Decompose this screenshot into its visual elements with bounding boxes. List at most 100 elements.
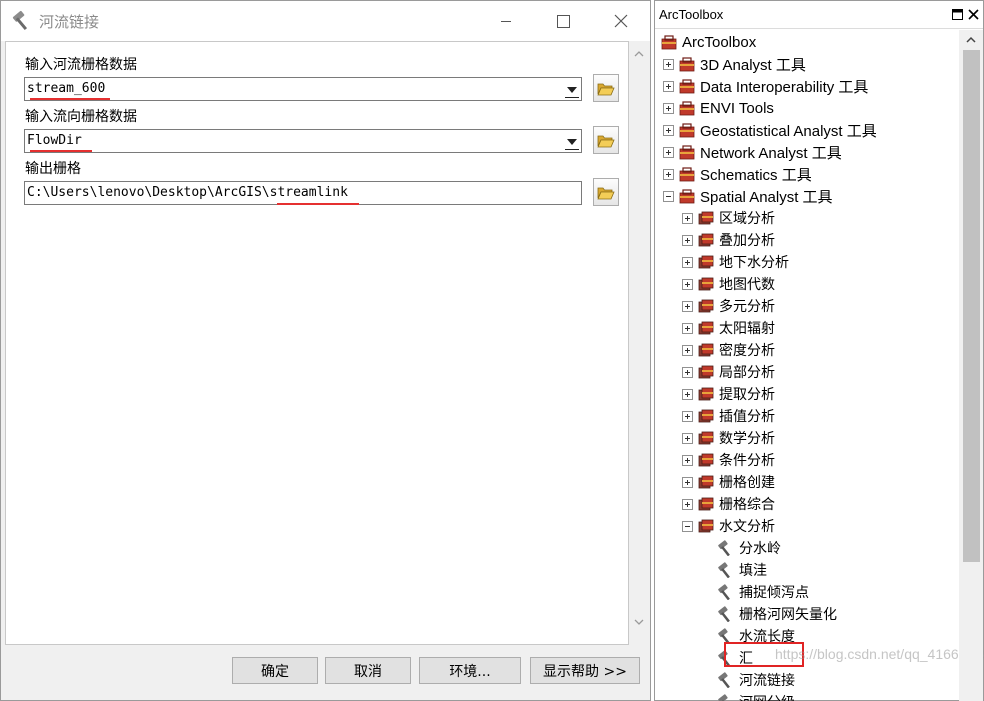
maximize-button[interactable] — [534, 1, 592, 41]
params-scrollbar[interactable] — [629, 41, 649, 645]
toolset-icon — [698, 431, 714, 445]
toolset-item[interactable]: 密度分析 — [682, 339, 775, 361]
expand-icon[interactable] — [663, 146, 674, 158]
tool-item[interactable]: 捕捉倾泻点 — [717, 581, 809, 603]
toolset-item[interactable]: 地图代数 — [682, 273, 775, 295]
tool-item[interactable]: 河网分级 — [717, 691, 795, 701]
show-help-button[interactable]: 显示帮助 >> — [530, 657, 640, 684]
scrollbar-thumb[interactable] — [963, 50, 980, 562]
toolset-item[interactable]: 提取分析 — [682, 383, 775, 405]
chevron-down-icon[interactable] — [563, 78, 581, 100]
expand-icon[interactable] — [663, 58, 674, 70]
tool-item[interactable]: 填洼 — [717, 559, 767, 581]
expand-icon[interactable] — [682, 454, 693, 466]
ok-button[interactable]: 确定 — [232, 657, 318, 684]
browse-folder-button[interactable] — [593, 74, 619, 102]
close-button[interactable] — [592, 1, 650, 41]
toolset-item[interactable]: 数学分析 — [682, 427, 775, 449]
arctoolbox-window: ArcToolbox ArcToolbox 3D Analyst 工具 Data … — [654, 0, 984, 701]
toolset-item[interactable]: 栅格创建 — [682, 471, 775, 493]
toolset-icon — [698, 387, 714, 401]
expand-icon[interactable] — [682, 476, 693, 488]
toolset-icon — [698, 409, 714, 423]
toolset-item[interactable]: 叠加分析 — [682, 229, 775, 251]
input-flowdir-raster-label: 输入流向栅格数据 — [25, 109, 137, 125]
expand-icon[interactable] — [663, 124, 674, 136]
toolset-item[interactable]: 3D Analyst 工具 — [663, 53, 806, 75]
expand-icon[interactable] — [682, 432, 693, 444]
toolset-item[interactable]: 太阳辐射 — [682, 317, 775, 339]
expand-icon[interactable] — [682, 278, 693, 290]
cancel-button[interactable]: 取消 — [325, 657, 411, 684]
expand-icon[interactable] — [682, 410, 693, 422]
environments-button[interactable]: 环境... — [419, 657, 521, 684]
expand-icon[interactable] — [682, 498, 693, 510]
collapse-icon[interactable] — [663, 190, 674, 202]
toolset-item[interactable]: 插值分析 — [682, 405, 775, 427]
tree-root[interactable]: ArcToolbox — [661, 31, 756, 53]
chevron-down-icon[interactable] — [563, 130, 581, 152]
tool-item[interactable]: 栅格河网矢量化 — [717, 603, 837, 625]
output-raster-field[interactable]: C:\Users\lenovo\Desktop\ArcGIS\streamlin… — [24, 181, 582, 205]
folder-open-icon — [597, 187, 615, 199]
expand-icon[interactable] — [682, 256, 693, 268]
toolset-icon — [698, 321, 714, 335]
toolset-item[interactable]: 多元分析 — [682, 295, 775, 317]
tool-item[interactable]: 河流链接 — [717, 669, 795, 691]
toolbox-icon — [679, 123, 695, 138]
toolset-item[interactable]: Spatial Analyst 工具 — [663, 185, 833, 207]
toolset-icon — [698, 211, 714, 225]
expand-icon[interactable] — [682, 344, 693, 356]
toolset-item[interactable]: 地下水分析 — [682, 251, 789, 273]
browse-folder-button[interactable] — [593, 178, 619, 206]
tool-item[interactable]: 分水岭 — [717, 537, 781, 559]
watermark: https://blog.csdn.net/qq_41664159 — [775, 646, 984, 662]
expand-icon[interactable] — [682, 212, 693, 224]
toolset-item[interactable]: ENVI Tools — [663, 97, 774, 119]
toolset-item[interactable]: Data Interoperability 工具 — [663, 75, 868, 97]
expand-icon[interactable] — [682, 322, 693, 334]
chevron-down-icon[interactable] — [634, 617, 644, 627]
expand-icon[interactable] — [663, 80, 674, 92]
folder-open-icon — [597, 135, 615, 147]
tool-dialog: 河流链接 输入河流栅格数据 stream_600 输入流向栅格数据 FlowDi… — [0, 0, 651, 701]
input-flowdir-raster-value: FlowDir — [27, 133, 82, 148]
toolset-item[interactable]: 局部分析 — [682, 361, 775, 383]
toolset-icon — [698, 453, 714, 467]
toolset-icon — [698, 299, 714, 313]
collapse-icon[interactable] — [682, 520, 693, 532]
parameters-panel: 输入河流栅格数据 stream_600 输入流向栅格数据 FlowDir 输出栅… — [5, 41, 629, 645]
expand-icon[interactable] — [682, 234, 693, 246]
toolbox-tree: ArcToolbox 3D Analyst 工具 Data Interoperab… — [655, 30, 959, 701]
hammer-icon — [718, 584, 730, 600]
minimize-button[interactable] — [477, 1, 535, 41]
hammer-icon — [12, 10, 28, 31]
dialog-titlebar[interactable]: 河流链接 — [1, 1, 650, 41]
chevron-up-icon[interactable] — [634, 49, 644, 59]
toolset-item[interactable]: 水文分析 — [682, 515, 775, 537]
close-icon[interactable] — [968, 9, 979, 20]
chevron-up-icon[interactable] — [966, 35, 976, 45]
toolset-icon — [698, 343, 714, 357]
browse-folder-button[interactable] — [593, 126, 619, 154]
dock-icon[interactable] — [952, 9, 963, 20]
input-stream-raster-label: 输入河流栅格数据 — [25, 57, 137, 73]
toolset-icon — [698, 277, 714, 291]
toolset-item[interactable]: Schematics 工具 — [663, 163, 812, 185]
expand-icon[interactable] — [682, 366, 693, 378]
toolset-item[interactable]: Geostatistical Analyst 工具 — [663, 119, 877, 141]
input-stream-raster-value: stream_600 — [27, 81, 106, 96]
expand-icon[interactable] — [663, 102, 674, 114]
output-raster-value: C:\Users\lenovo\Desktop\ArcGIS\streamlin… — [27, 185, 348, 200]
toolset-item[interactable]: 栅格综合 — [682, 493, 775, 515]
expand-icon[interactable] — [682, 300, 693, 312]
toolbox-scrollbar[interactable] — [959, 30, 983, 701]
toolbox-icon — [679, 101, 695, 116]
input-flowdir-raster-field[interactable]: FlowDir — [24, 129, 582, 153]
toolset-item[interactable]: Network Analyst 工具 — [663, 141, 842, 163]
toolset-item[interactable]: 条件分析 — [682, 449, 775, 471]
toolset-item[interactable]: 区域分析 — [682, 207, 775, 229]
expand-icon[interactable] — [682, 388, 693, 400]
expand-icon[interactable] — [663, 168, 674, 180]
hammer-icon — [718, 562, 730, 578]
